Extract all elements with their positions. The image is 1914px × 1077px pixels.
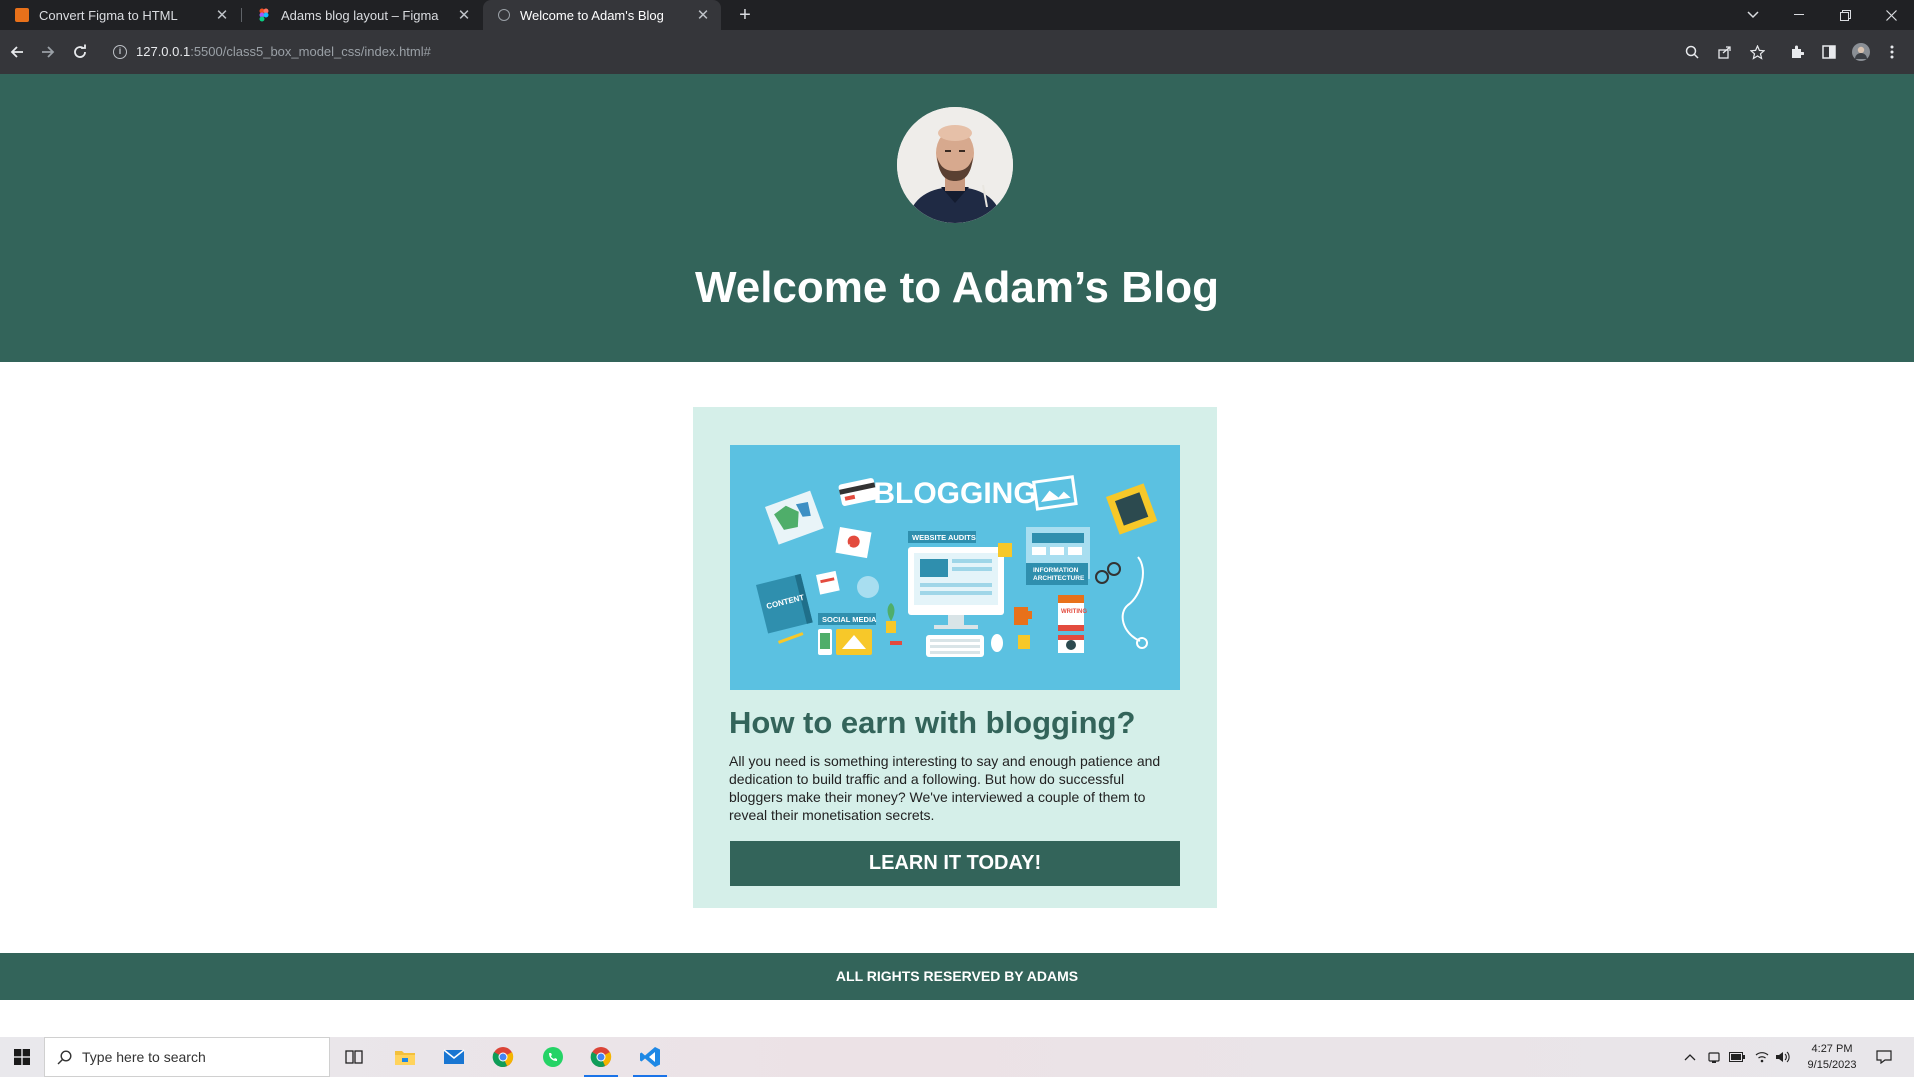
search-placeholder-text: Type here to search bbox=[82, 1049, 206, 1065]
search-icon bbox=[57, 1050, 72, 1065]
tab-adams-blog[interactable]: Welcome to Adam's Blog ✕ bbox=[483, 0, 721, 30]
chrome-icon[interactable] bbox=[480, 1037, 526, 1077]
blogging-illustration: BLOGGING UX WEBSITE AUDITS INFORMATION A… bbox=[730, 445, 1180, 690]
whatsapp-icon[interactable] bbox=[530, 1037, 576, 1077]
windows-start-icon[interactable] bbox=[0, 1037, 44, 1077]
menu-kebab-icon[interactable] bbox=[1878, 38, 1906, 66]
image-info-arch-label-1: INFORMATION bbox=[1033, 567, 1079, 574]
volume-icon[interactable] bbox=[1773, 1047, 1793, 1067]
post-title: How to earn with blogging? bbox=[729, 705, 1136, 740]
tab-title: Adams blog layout – Figma bbox=[281, 7, 439, 23]
clock-time: 4:27 PM bbox=[1811, 1043, 1853, 1055]
post-excerpt: All you need is something interesting to… bbox=[729, 753, 1161, 823]
task-view-icon[interactable] bbox=[331, 1037, 377, 1077]
image-ux-label: UX bbox=[838, 543, 851, 553]
image-heading-text: BLOGGING bbox=[873, 477, 1036, 510]
image-info-arch-label-2: ARCHITECTURE bbox=[1033, 575, 1085, 582]
battery-icon[interactable] bbox=[1727, 1047, 1747, 1067]
notifications-icon[interactable] bbox=[1874, 1047, 1894, 1067]
close-tab-icon[interactable]: ✕ bbox=[212, 6, 232, 24]
wifi-icon[interactable] bbox=[1752, 1047, 1772, 1067]
url-host: 127.0.0.1 bbox=[136, 44, 191, 59]
url-path: :5500/class5_box_model_css/index.html# bbox=[190, 44, 431, 59]
tray-chevron-up-icon[interactable] bbox=[1680, 1047, 1700, 1067]
tab-title: Welcome to Adam's Blog bbox=[520, 7, 664, 23]
back-arrow-icon[interactable] bbox=[3, 38, 31, 66]
image-social-media-label: SOCIAL MEDIA bbox=[822, 615, 877, 624]
browser-toolbar: i 127.0.0.1:5500/class5_box_model_css/in… bbox=[0, 30, 1914, 74]
extensions-icon[interactable] bbox=[1783, 38, 1811, 66]
profile-avatar-icon[interactable] bbox=[1847, 38, 1875, 66]
meet-now-icon[interactable] bbox=[1704, 1047, 1724, 1067]
learn-it-today-button[interactable]: LEARN IT TODAY! bbox=[730, 841, 1180, 886]
close-tab-icon[interactable]: ✕ bbox=[454, 6, 474, 24]
tab-search-icon[interactable] bbox=[1730, 0, 1776, 30]
reload-icon[interactable] bbox=[66, 38, 94, 66]
page-title: Welcome to Adam’s Blog bbox=[694, 263, 1219, 312]
windows-taskbar: Type here to search 4:27 PM 9/15/2023 bbox=[0, 1037, 1914, 1077]
author-avatar bbox=[897, 107, 1013, 223]
share-icon[interactable] bbox=[1711, 38, 1739, 66]
close-tab-icon[interactable]: ✕ bbox=[693, 6, 713, 24]
mail-icon[interactable] bbox=[431, 1037, 477, 1077]
bookmark-star-icon[interactable] bbox=[1743, 38, 1771, 66]
image-writing-label: WRITING bbox=[1061, 609, 1087, 615]
taskbar-clock[interactable]: 4:27 PM 9/15/2023 bbox=[1792, 1041, 1872, 1073]
side-panel-icon[interactable] bbox=[1815, 38, 1843, 66]
close-window-button[interactable] bbox=[1868, 0, 1914, 30]
minimize-button[interactable] bbox=[1776, 0, 1822, 30]
page-footer: ALL RIGHTS RESERVED BY ADAMS bbox=[0, 953, 1914, 1000]
favicon-icon bbox=[15, 8, 29, 22]
tab-title: Convert Figma to HTML bbox=[39, 7, 178, 23]
site-info-icon[interactable]: i bbox=[113, 45, 127, 59]
tab-figma-layout[interactable]: Adams blog layout – Figma ✕ bbox=[242, 0, 482, 30]
browser-tab-bar: Convert Figma to HTML ✕ Adams blog layou… bbox=[0, 0, 1914, 30]
figma-icon bbox=[257, 8, 271, 22]
restore-button[interactable] bbox=[1822, 0, 1868, 30]
image-website-audits-label: WEBSITE AUDITS bbox=[912, 533, 976, 542]
globe-icon bbox=[498, 9, 510, 21]
forward-arrow-icon[interactable] bbox=[34, 38, 62, 66]
clock-date: 9/15/2023 bbox=[1807, 1059, 1857, 1071]
file-explorer-icon[interactable] bbox=[382, 1037, 428, 1077]
new-tab-button[interactable]: + bbox=[733, 3, 757, 27]
zoom-icon[interactable] bbox=[1678, 38, 1706, 66]
chrome-active-icon[interactable] bbox=[578, 1037, 624, 1077]
vscode-icon[interactable] bbox=[627, 1037, 673, 1077]
tab-convert-figma[interactable]: Convert Figma to HTML ✕ bbox=[0, 0, 240, 30]
address-bar[interactable]: 127.0.0.1:5500/class5_box_model_css/inde… bbox=[136, 44, 431, 59]
